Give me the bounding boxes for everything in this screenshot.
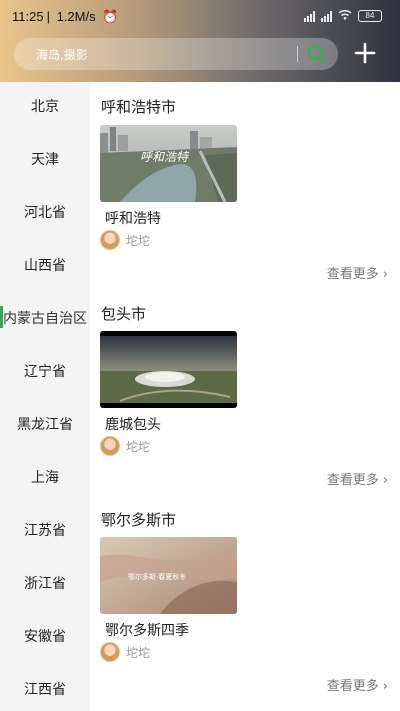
clock-time: 11:25 (12, 9, 44, 24)
search-input[interactable]: 海岛,摄影 (14, 38, 338, 70)
section-title-huhehaote: 呼和浩特市 (101, 98, 177, 116)
card-thumbnail-huhehaote[interactable]: 呼和浩特 (100, 125, 237, 202)
chevron-right-icon: › (382, 267, 388, 282)
chevron-right-icon: › (382, 473, 388, 488)
sidebar-item-jiangsu[interactable]: 江苏省 (0, 511, 90, 551)
city-content: 呼和浩特市 呼和浩特 呼和浩特 坨坨 查看更多 › 包头市 鹿城包头 坨坨 查看… (90, 82, 400, 711)
card-thumbnail-baotou[interactable] (100, 331, 237, 408)
search-divider (297, 46, 298, 62)
sidebar-item-tianjin[interactable]: 天津 (0, 140, 90, 180)
card-title-huhehaote[interactable]: 呼和浩特 (105, 208, 161, 228)
sidebar-item-liaoning[interactable]: 辽宁省 (0, 352, 90, 392)
avatar (100, 436, 120, 456)
view-more-label: 查看更多 (326, 267, 379, 282)
signal-icon-2 (321, 10, 332, 22)
author-row: 坨坨 (100, 229, 150, 251)
view-more-link[interactable]: 查看更多 › (327, 263, 388, 282)
view-more-link[interactable]: 查看更多 › (327, 675, 388, 694)
sidebar-item-shanghai[interactable]: 上海 (0, 458, 90, 498)
avatar (100, 230, 120, 250)
author-row: 坨坨 (100, 435, 150, 457)
add-icon[interactable] (354, 42, 376, 64)
sidebar-item-anhui[interactable]: 安徽省 (0, 617, 90, 657)
card-title-baotou[interactable]: 鹿城包头 (105, 414, 161, 434)
landscape-image (100, 331, 237, 408)
province-sidebar: 北京 天津 河北省 山西省 内蒙古自治区 辽宁省 黑龙江省 上海 江苏省 浙江省… (0, 82, 90, 711)
search-icon[interactable] (306, 43, 328, 65)
sidebar-item-hebei[interactable]: 河北省 (0, 193, 90, 233)
author-row: 坨坨 (100, 641, 150, 663)
author-name: 坨坨 (126, 645, 151, 660)
wifi-icon (338, 9, 352, 23)
view-more-label: 查看更多 (326, 473, 379, 488)
view-more-link[interactable]: 查看更多 › (327, 469, 388, 488)
sidebar-item-zhejiang[interactable]: 浙江省 (0, 564, 90, 604)
card-thumbnail-eerduosi[interactable]: 鄂尔多斯·春夏秋冬 (100, 537, 237, 614)
chevron-right-icon: › (382, 679, 388, 694)
section-title-baotou: 包头市 (101, 305, 147, 323)
app-header: 11:25 | 1.2M/s ⏰ 84 海岛,摄影 (0, 0, 400, 82)
status-time-area: 11:25 | 1.2M/s ⏰ (12, 9, 121, 25)
view-more-label: 查看更多 (326, 679, 379, 694)
desert-image: 鄂尔多斯·春夏秋冬 (100, 537, 237, 614)
sidebar-item-neimenggu[interactable]: 内蒙古自治区 (0, 299, 90, 339)
sidebar-item-heilongjiang[interactable]: 黑龙江省 (0, 405, 90, 445)
thumbnail-caption: 鄂尔多斯·春夏秋冬 (128, 572, 186, 581)
status-icons: 84 (304, 9, 382, 23)
section-title-eerduosi: 鄂尔多斯市 (101, 511, 177, 529)
author-name: 坨坨 (126, 439, 151, 454)
author-name: 坨坨 (126, 233, 151, 248)
alarm-icon: ⏰ (102, 9, 119, 24)
sidebar-item-beijing[interactable]: 北京 (0, 87, 90, 127)
avatar (100, 642, 120, 662)
status-bar: 11:25 | 1.2M/s ⏰ 84 (0, 0, 400, 32)
search-placeholder: 海岛,摄影 (36, 48, 88, 62)
network-speed: 1.2M/s (56, 9, 96, 24)
sidebar-item-jiangxi[interactable]: 江西省 (0, 670, 90, 710)
city-aerial-image: 呼和浩特 (100, 125, 237, 202)
card-title-eerduosi[interactable]: 鄂尔多斯四季 (105, 620, 189, 640)
status-separator: | (46, 9, 50, 24)
battery-icon: 84 (358, 10, 382, 22)
sidebar-item-shanxi[interactable]: 山西省 (0, 246, 90, 286)
thumbnail-caption: 呼和浩特 (140, 150, 190, 164)
signal-icon (304, 10, 315, 22)
